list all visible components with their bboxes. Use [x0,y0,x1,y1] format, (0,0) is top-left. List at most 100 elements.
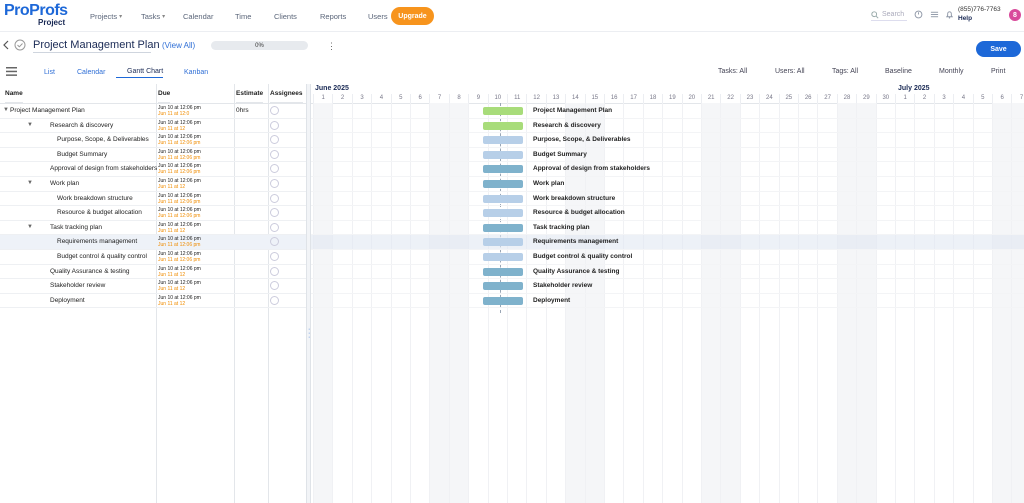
expand-arrow-icon[interactable]: ▼ [27,224,33,230]
task-name[interactable]: Research & discovery [50,122,113,129]
gantt-bar[interactable] [483,267,523,276]
nav-users[interactable]: Users [356,9,388,23]
hamburger-menu-icon[interactable] [6,67,17,76]
gantt-bar[interactable] [483,165,523,174]
expand-arrow-icon[interactable]: ▼ [27,180,33,186]
assignee-avatar-icon[interactable] [270,106,279,115]
user-avatar[interactable]: 8 [1009,9,1021,21]
table-row[interactable]: Approval of design from stakeholders Jun … [0,162,306,177]
task-name[interactable]: Deployment [50,297,85,304]
assignee-avatar-icon[interactable] [270,164,279,174]
filter-print[interactable]: Print [991,66,1015,77]
gantt-bar[interactable] [483,180,523,188]
table-row[interactable]: Requirements management Jun 10 at 12:06 p… [0,235,306,250]
due-date[interactable]: Jun 10 at 12:06 pm Jun 11 at 12:0 [158,105,201,117]
tab-list[interactable]: List [33,66,55,78]
expand-arrow-icon[interactable]: ▼ [3,107,9,113]
due-date[interactable]: Jun 10 at 12:06 pm Jun 11 at 12 [158,280,201,292]
help-link[interactable]: Help [958,14,1001,23]
proprofs-logo[interactable]: ProProfs Project [4,2,68,30]
due-date[interactable]: Jun 10 at 12:06 pm Jun 11 at 12 [158,178,201,190]
table-row[interactable]: Purpose, Scope, & Deliverables Jun 10 at … [0,133,306,148]
filter-tags[interactable]: Tags: All [832,66,868,77]
tab-calendar[interactable]: Calendar [66,66,105,78]
due-date[interactable]: Jun 10 at 12:06 pm Jun 11 at 12:06 pm [158,134,201,146]
assignee-avatar-icon[interactable] [270,222,279,232]
gantt-bar[interactable] [483,107,523,115]
assignee-avatar-icon[interactable] [270,135,279,145]
column-header-estimate[interactable]: Estimate [236,84,264,103]
task-name[interactable]: Work plan [50,180,79,187]
gantt-bar[interactable] [483,194,523,203]
table-row[interactable]: ▼ Project Management Plan Jun 10 at 12:06 … [0,104,306,119]
gantt-bar[interactable] [483,296,523,305]
nav-reports[interactable]: Reports [308,9,346,23]
filter-baseline[interactable]: Baseline [885,66,922,77]
table-row[interactable]: ▼ Research & discovery Jun 10 at 12:06 pm J… [0,119,306,134]
assignee-avatar-icon[interactable] [270,281,279,291]
column-header-due[interactable]: Due [158,84,171,103]
gantt-bar[interactable] [483,209,523,218]
tab-kanban[interactable]: Kanban [173,66,208,78]
gantt-bar[interactable] [483,238,523,247]
list-filter-icon[interactable] [930,10,939,19]
filter-tasks[interactable]: Tasks: All [718,66,757,77]
assignee-avatar-icon[interactable] [270,237,279,247]
task-name[interactable]: Project Management Plan [10,107,85,114]
due-date[interactable]: Jun 10 at 12:06 pm Jun 11 at 12:06 pm [158,251,201,263]
table-row[interactable]: ▼ Work plan Jun 10 at 12:06 pm Jun 11 at 12 [0,177,306,192]
filter-users[interactable]: Users: All [775,66,815,77]
project-title[interactable]: Project Management Plan [33,39,160,53]
due-date[interactable]: Jun 10 at 12:06 pm Jun 11 at 12 [158,266,201,278]
task-name[interactable]: Budget control & quality control [57,253,147,260]
due-date[interactable]: Jun 10 at 12:06 pm Jun 11 at 12:06 pm [158,207,201,219]
table-row[interactable]: Stakeholder review Jun 10 at 12:06 pm Jun … [0,279,306,294]
gantt-bar[interactable] [483,223,523,232]
assignee-avatar-icon[interactable] [270,120,279,130]
assignee-avatar-icon[interactable] [270,266,279,276]
column-header-name[interactable]: Name [5,84,23,103]
nav-tasks[interactable]: Tasks ▾ [129,9,165,23]
due-date[interactable]: Jun 10 at 12:06 pm Jun 11 at 12 [158,295,201,307]
gantt-bar[interactable] [483,121,523,130]
task-name[interactable]: Stakeholder review [50,282,105,289]
back-chevron-icon[interactable] [2,40,10,50]
due-date[interactable]: Jun 10 at 12:06 pm Jun 11 at 12 [158,120,201,132]
filter-monthly[interactable]: Monthly [939,66,974,77]
table-row[interactable]: Budget control & quality control Jun 10 a… [0,250,306,265]
gantt-bar[interactable] [483,282,523,291]
task-name[interactable]: Task tracking plan [50,224,102,231]
table-row[interactable]: Work breakdown structure Jun 10 at 12:06 … [0,192,306,207]
tab-gantt-chart[interactable]: Gantt Chart [116,66,164,78]
task-name[interactable]: Purpose, Scope, & Deliverables [57,136,149,143]
table-row[interactable]: ▼ Task tracking plan Jun 10 at 12:06 pm Jun… [0,221,306,236]
assignee-avatar-icon[interactable] [270,193,279,203]
task-name[interactable]: Resource & budget allocation [57,209,142,216]
search-input[interactable]: Search [871,9,907,21]
upgrade-button[interactable]: Upgrade [391,7,434,25]
assignee-avatar-icon[interactable] [270,208,279,218]
table-row[interactable]: Budget Summary Jun 10 at 12:06 pm Jun 11 a… [0,148,306,163]
estimate[interactable]: 0hrs [236,107,249,114]
gantt-bar[interactable] [483,136,523,145]
timer-icon[interactable] [914,10,923,19]
nav-time[interactable]: Time [223,9,251,23]
table-row[interactable]: Deployment Jun 10 at 12:06 pm Jun 11 at 12 [0,294,306,309]
due-date[interactable]: Jun 10 at 12:06 pm Jun 11 at 12:06 pm [158,193,201,205]
more-options-icon[interactable]: ⋮ [327,41,336,52]
gantt-bar[interactable] [483,150,523,159]
nav-clients[interactable]: Clients [262,9,297,23]
assignee-avatar-icon[interactable] [270,252,279,261]
nav-projects[interactable]: Projects ▾ [78,9,122,23]
save-button[interactable]: Save [976,41,1021,57]
view-all-link[interactable]: (View All) [162,41,195,50]
table-row[interactable]: Resource & budget allocation Jun 10 at 12… [0,206,306,221]
gantt-bar[interactable] [483,253,523,261]
task-name[interactable]: Quality Assurance & testing [50,268,130,275]
due-date[interactable]: Jun 10 at 12:06 pm Jun 11 at 12:06 pm [158,149,201,161]
drag-handle-icon[interactable]: · · · [308,326,310,341]
task-name[interactable]: Budget Summary [57,151,107,158]
complete-check-icon[interactable] [14,39,26,51]
task-name[interactable]: Work breakdown structure [57,195,133,202]
column-header-assignees[interactable]: Assignees [270,84,303,103]
